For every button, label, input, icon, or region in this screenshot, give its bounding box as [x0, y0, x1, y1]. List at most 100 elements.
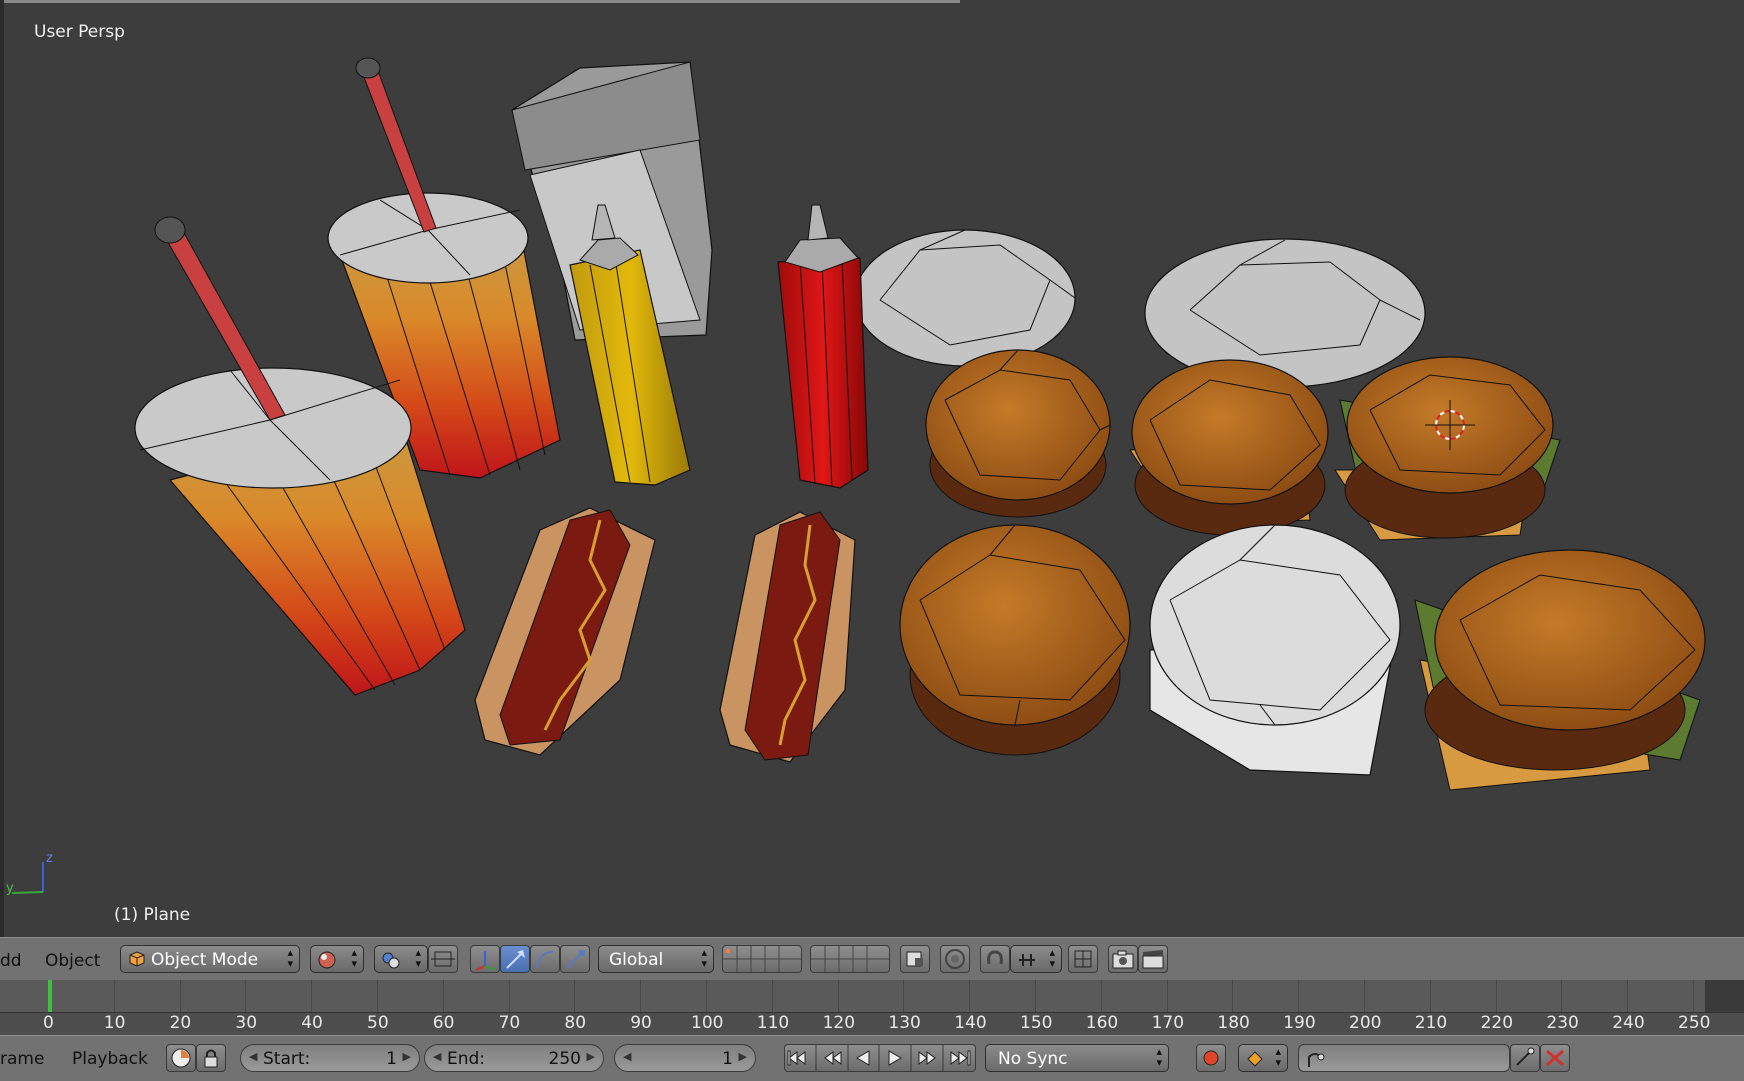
- scene-render[interactable]: z y: [0, 0, 1744, 937]
- burger-object[interactable]: [899, 524, 1131, 756]
- mode-dropdown-label: Object Mode: [151, 950, 259, 970]
- layer-grid-icon: [811, 946, 889, 972]
- viewport-shading-dropdown[interactable]: ▴ ▾: [310, 945, 364, 973]
- updown-arrow-icon: ▴ ▾: [1275, 1045, 1281, 1069]
- plate-object[interactable]: [854, 229, 1076, 367]
- mode-dropdown[interactable]: Object Mode ▴ ▾: [120, 945, 300, 973]
- snap-toggle-button[interactable]: [980, 945, 1010, 973]
- proportional-edit-button[interactable]: [940, 945, 970, 973]
- object-menu[interactable]: Object: [45, 951, 100, 971]
- wrapped-burger-object[interactable]: [1149, 524, 1401, 776]
- transform-manipulator-toggle[interactable]: [470, 945, 500, 973]
- 3d-viewport[interactable]: z y User Persp (1) Plane: [0, 0, 1744, 937]
- right-arrow-icon[interactable]: ▶: [587, 1050, 595, 1063]
- auto-keyframe-record-button[interactable]: [1196, 1044, 1226, 1072]
- burger-object[interactable]: [1334, 356, 1561, 541]
- add-menu[interactable]: dd: [0, 951, 22, 971]
- timeline-tick-line: [771, 980, 773, 1012]
- start-frame-label: Start:: [263, 1049, 311, 1069]
- current-frame-indicator[interactable]: [48, 980, 52, 1012]
- layer-lock-icon: [906, 951, 923, 967]
- keyframe-diamond-icon: [1247, 1051, 1263, 1067]
- manipulate-center-button[interactable]: [428, 945, 458, 973]
- plate-object[interactable]: [1144, 238, 1426, 388]
- translate-manipulator-button[interactable]: [500, 945, 530, 973]
- use-preview-range-button[interactable]: [166, 1044, 196, 1072]
- timeline-tick-label: 220: [1480, 1013, 1514, 1033]
- transform-orientation-dropdown[interactable]: Global ▴ ▾: [598, 945, 714, 973]
- timeline-tick-line: [706, 980, 707, 1012]
- record-icon: [1203, 1050, 1219, 1066]
- timeline-tick-label: 190: [1283, 1013, 1316, 1033]
- timeline-tick-label: 90: [630, 1013, 652, 1033]
- timeline-tick-line: [1232, 980, 1234, 1012]
- layers-group-1[interactable]: [722, 945, 802, 973]
- timeline-tick-label: 110: [756, 1013, 790, 1033]
- timeline-tick-label: 150: [1020, 1013, 1053, 1033]
- current-frame-field[interactable]: ◀ 1 ▶: [614, 1044, 756, 1072]
- start-frame-field[interactable]: ◀ Start: 1 ▶: [240, 1044, 420, 1072]
- clapperboard-icon: [1142, 950, 1164, 969]
- key-insert-icon: [1516, 1047, 1535, 1066]
- hotdog-object[interactable]: [719, 511, 856, 763]
- burger-object[interactable]: [1129, 359, 1329, 536]
- keying-set-dropdown[interactable]: ▴ ▾: [1238, 1044, 1288, 1072]
- updown-arrow-icon: ▴ ▾: [1156, 1045, 1162, 1069]
- right-arrow-icon[interactable]: ▶: [403, 1050, 411, 1063]
- layers-group-2[interactable]: [810, 945, 890, 973]
- snap-target-button[interactable]: [1068, 945, 1098, 973]
- timeline-tick-line: [1298, 980, 1300, 1012]
- layer-grid-icon: [723, 946, 801, 972]
- current-frame-value: 1: [722, 1049, 733, 1069]
- end-frame-label: End:: [447, 1049, 486, 1069]
- insert-keyframe-button[interactable]: [1510, 1044, 1540, 1072]
- end-frame-field[interactable]: ◀ End: 250 ▶: [424, 1044, 604, 1072]
- left-arrow-icon[interactable]: ◀: [249, 1050, 257, 1063]
- timeline-tick-label: 210: [1414, 1013, 1448, 1033]
- cube-icon: [129, 951, 145, 967]
- arrow-icon: [506, 950, 525, 969]
- render-opengl-button[interactable]: [1108, 945, 1138, 973]
- start-frame-value: 1: [386, 1049, 397, 1069]
- lock-icon: [204, 1049, 218, 1068]
- key-delete-icon: [1546, 1049, 1564, 1067]
- pivot-point-dropdown[interactable]: ▴ ▾: [374, 945, 428, 973]
- timeline-tick-label: 100: [691, 1013, 724, 1033]
- snap-element-dropdown[interactable]: ▴ ▾: [1010, 945, 1062, 973]
- frame-menu[interactable]: rame: [0, 1049, 44, 1069]
- viewport-header: dd Object Object Mode ▴▾ ▴▾ ▴▾ Global: [0, 937, 1744, 980]
- delete-keyframe-button[interactable]: [1540, 1044, 1570, 1072]
- burger-object[interactable]: [925, 349, 1111, 518]
- timeline-tick-line: [179, 980, 181, 1012]
- timeline-tick-line: [1495, 980, 1497, 1012]
- playback-buttons-icon: [787, 1045, 971, 1071]
- sync-mode-label: No Sync: [998, 1049, 1068, 1069]
- timeline-tick-label: 30: [235, 1013, 258, 1033]
- hotdog-object[interactable]: [474, 507, 656, 756]
- timeline-tick-label: 120: [822, 1013, 856, 1033]
- scale-manipulator-button[interactable]: [560, 945, 590, 973]
- timeline-tick-label: 170: [1151, 1013, 1185, 1033]
- lock-camera-button[interactable]: [900, 945, 930, 973]
- rotate-manipulator-button[interactable]: [530, 945, 560, 973]
- timeline-tick-label: 40: [301, 1013, 323, 1033]
- timeline-track[interactable]: [0, 980, 1744, 1013]
- render-animation-button[interactable]: [1138, 945, 1168, 973]
- burger-object[interactable]: [1414, 549, 1706, 791]
- shading-sphere-icon: [318, 951, 336, 969]
- timeline-editor[interactable]: 0 10 20 30 40 50 60 70 80 90 100 110 120 130 140 150 160…: [0, 980, 1744, 1035]
- view-perspective-label: User Persp: [34, 22, 125, 42]
- snap-grid-icon: [1074, 950, 1092, 968]
- lock-time-button[interactable]: [196, 1044, 226, 1072]
- playback-menu[interactable]: Playback: [72, 1049, 148, 1069]
- timeline-tick-line: [377, 980, 378, 1012]
- timeline-tick-line: [1166, 980, 1168, 1012]
- left-arrow-icon[interactable]: ◀: [433, 1050, 441, 1063]
- ketchup-bottle-object[interactable]: [777, 204, 869, 489]
- sync-mode-dropdown[interactable]: No Sync ▴ ▾: [985, 1044, 1169, 1072]
- left-arrow-icon[interactable]: ◀: [623, 1050, 631, 1063]
- timeline-tick-line: [508, 980, 510, 1012]
- active-keying-set-field[interactable]: [1298, 1044, 1510, 1072]
- right-arrow-icon[interactable]: ▶: [739, 1050, 747, 1063]
- timeline-tick-label: 160: [1085, 1013, 1119, 1033]
